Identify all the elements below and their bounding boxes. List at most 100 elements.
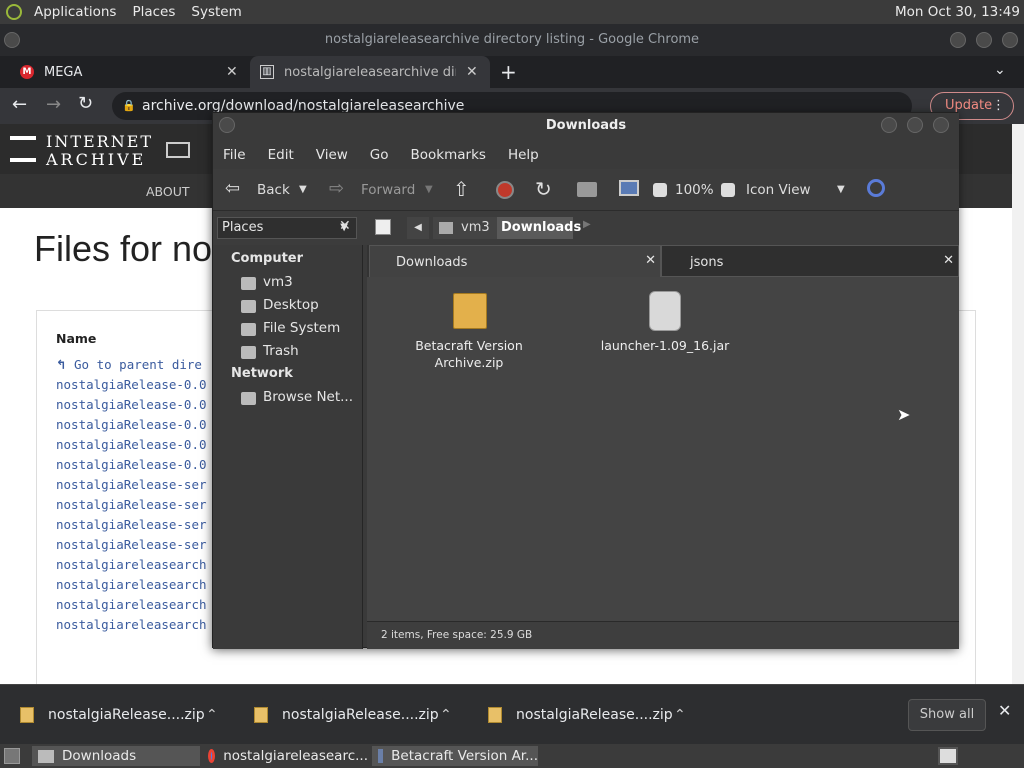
menu-help[interactable]: Help bbox=[498, 143, 539, 169]
forward-button[interactable]: Forward bbox=[361, 182, 415, 198]
maximize-icon[interactable] bbox=[976, 32, 992, 48]
file-link[interactable]: nostalgiareleasearch bbox=[56, 617, 207, 632]
close-downloads-bar-icon[interactable]: ✕ bbox=[998, 701, 1011, 720]
file-link[interactable]: nostalgiareleasearch bbox=[56, 597, 207, 612]
taskbar-item-downloads[interactable]: Downloads bbox=[32, 746, 200, 766]
menu-bookmarks[interactable]: Bookmarks bbox=[401, 143, 486, 169]
file-view[interactable]: Betacraft Version Archive.zip launcher-1… bbox=[367, 277, 959, 633]
download-item[interactable]: nostalgiaRelease....zip ⌃ bbox=[254, 685, 468, 745]
path-left-icon[interactable]: ◀ bbox=[407, 217, 429, 239]
tab-mega[interactable]: M MEGA ✕ bbox=[0, 56, 248, 88]
download-item[interactable]: nostalgiaRelease....zip ⌃ bbox=[20, 685, 234, 745]
show-all-button[interactable]: Show all bbox=[908, 699, 986, 731]
reload-icon[interactable]: ↻ bbox=[535, 177, 552, 201]
maximize-icon[interactable] bbox=[907, 117, 923, 133]
edit-location-icon[interactable] bbox=[375, 219, 391, 235]
home-folder-icon bbox=[241, 277, 256, 290]
path-segment-vm3[interactable]: vm3 bbox=[433, 217, 497, 239]
sidebar-item-vm3[interactable]: vm3 bbox=[263, 274, 293, 290]
view-mode-dropdown-icon[interactable]: ▼ bbox=[837, 184, 845, 195]
clock[interactable]: Mon Oct 30, 13:49 bbox=[895, 4, 1020, 20]
chevron-up-icon[interactable]: ⌃ bbox=[440, 707, 452, 723]
download-item[interactable]: nostalgiaRelease....zip ⌃ bbox=[488, 685, 702, 745]
new-tab-icon[interactable]: + bbox=[500, 60, 517, 84]
forward-arrow-icon[interactable]: ⇨ bbox=[329, 178, 344, 199]
logo-line1[interactable]: INTERNET bbox=[46, 132, 153, 151]
minimize-icon[interactable] bbox=[881, 117, 897, 133]
close-window-icon[interactable] bbox=[933, 117, 949, 133]
show-desktop-icon[interactable] bbox=[4, 748, 20, 764]
minimize-icon[interactable] bbox=[950, 32, 966, 48]
file-link[interactable]: nostalgiaRelease-0.0 bbox=[56, 377, 207, 392]
nav-about-link[interactable]: ABOUT bbox=[146, 184, 190, 199]
menu-go[interactable]: Go bbox=[360, 143, 389, 169]
menu-edit[interactable]: Edit bbox=[258, 143, 294, 169]
applications-menu[interactable]: Applications bbox=[26, 4, 124, 20]
forward-history-icon[interactable]: ▼ bbox=[425, 184, 433, 195]
back-icon[interactable]: ← bbox=[12, 94, 27, 115]
close-tab-icon[interactable]: ✕ bbox=[226, 64, 238, 80]
reload-icon[interactable]: ↻ bbox=[78, 93, 93, 114]
kebab-menu-icon[interactable]: ⋮ bbox=[992, 93, 1005, 119]
file-link[interactable]: nostalgiaRelease-ser bbox=[56, 497, 207, 512]
sidebar-item-trash[interactable]: Trash bbox=[263, 343, 299, 359]
file-link[interactable]: nostalgiaRelease-0.0 bbox=[56, 437, 207, 452]
back-arrow-icon[interactable]: ⇦ bbox=[225, 178, 240, 199]
window-menu-icon[interactable] bbox=[4, 32, 20, 48]
distro-logo-icon[interactable] bbox=[6, 4, 22, 20]
view-mode-select[interactable]: Icon View bbox=[746, 182, 811, 198]
file-link[interactable]: nostalgiaRelease-ser bbox=[56, 517, 207, 532]
sidebar-item-browse-network[interactable]: Browse Net... bbox=[263, 389, 353, 405]
tab-archive[interactable]: ▥ nostalgiareleasearchive direct ✕ bbox=[250, 56, 490, 88]
close-tab-icon[interactable]: ✕ bbox=[645, 253, 656, 268]
workspace-switcher-icon[interactable] bbox=[938, 747, 958, 765]
file-item[interactable]: launcher-1.09_16.jar bbox=[595, 291, 735, 381]
chevron-up-icon[interactable]: ⌃ bbox=[206, 707, 218, 723]
taskbar-item-betacraft[interactable]: Betacraft Version Ar... bbox=[372, 746, 538, 766]
page-scrollbar[interactable] bbox=[1012, 124, 1024, 684]
sidebar-item-filesystem[interactable]: File System bbox=[263, 320, 340, 336]
close-window-icon[interactable] bbox=[1002, 32, 1018, 48]
close-sidebar-icon[interactable]: ✕ bbox=[339, 218, 351, 234]
tab-jsons[interactable]: jsons ✕ bbox=[661, 245, 959, 277]
up-icon[interactable]: ⇧ bbox=[453, 177, 470, 201]
path-right-icon[interactable]: ▶ bbox=[583, 219, 591, 230]
window-menu-icon[interactable] bbox=[219, 117, 235, 133]
menu-file[interactable]: File bbox=[213, 143, 246, 169]
file-link[interactable]: nostalgiaRelease-ser bbox=[56, 477, 207, 492]
places-selector[interactable]: Places ▼ bbox=[217, 217, 357, 239]
file-link[interactable]: nostalgiaRelease-ser bbox=[56, 537, 207, 552]
file-item[interactable]: Betacraft Version Archive.zip bbox=[399, 291, 539, 381]
tab-search-icon[interactable]: ⌄ bbox=[994, 62, 1006, 78]
chevron-up-icon[interactable]: ⌃ bbox=[674, 707, 686, 723]
zoom-out-icon[interactable] bbox=[653, 183, 667, 197]
download-filename: nostalgiaRelease....zip bbox=[516, 707, 673, 723]
file-link[interactable]: nostalgiareleasearch bbox=[56, 557, 207, 572]
back-button[interactable]: Back bbox=[257, 182, 290, 198]
logo-line2[interactable]: ARCHIVE bbox=[46, 150, 146, 169]
search-icon[interactable] bbox=[867, 179, 885, 197]
home-icon[interactable] bbox=[577, 182, 597, 197]
file-link[interactable]: nostalgiaRelease-0.0 bbox=[56, 397, 207, 412]
file-link[interactable]: nostalgiareleasearch bbox=[56, 577, 207, 592]
tab-downloads[interactable]: Downloads ✕ bbox=[369, 245, 661, 277]
file-link[interactable]: nostalgiaRelease-0.0 bbox=[56, 417, 207, 432]
web-icon[interactable] bbox=[166, 142, 190, 158]
places-menu[interactable]: Places bbox=[124, 4, 183, 20]
path-segment-downloads[interactable]: Downloads bbox=[497, 217, 581, 239]
close-tab-icon[interactable]: ✕ bbox=[943, 253, 954, 268]
computer-icon[interactable] bbox=[619, 180, 639, 196]
stop-icon[interactable] bbox=[496, 181, 514, 199]
file-link[interactable]: nostalgiaRelease-0.0 bbox=[56, 457, 207, 472]
zoom-in-icon[interactable] bbox=[721, 183, 735, 197]
parent-dir-link[interactable]: ↰ Go to parent dire bbox=[56, 357, 202, 372]
back-history-icon[interactable]: ▼ bbox=[299, 184, 307, 195]
taskbar-item-chrome[interactable]: nostalgiareleasearc... bbox=[202, 746, 368, 766]
forward-icon[interactable]: → bbox=[46, 94, 61, 115]
system-menu[interactable]: System bbox=[183, 4, 249, 20]
menu-view[interactable]: View bbox=[306, 143, 348, 169]
name-column-header[interactable]: Name bbox=[56, 331, 96, 346]
sidebar-item-desktop[interactable]: Desktop bbox=[263, 297, 319, 313]
close-tab-icon[interactable]: ✕ bbox=[466, 64, 478, 80]
ia-logo-icon[interactable] bbox=[10, 136, 36, 162]
